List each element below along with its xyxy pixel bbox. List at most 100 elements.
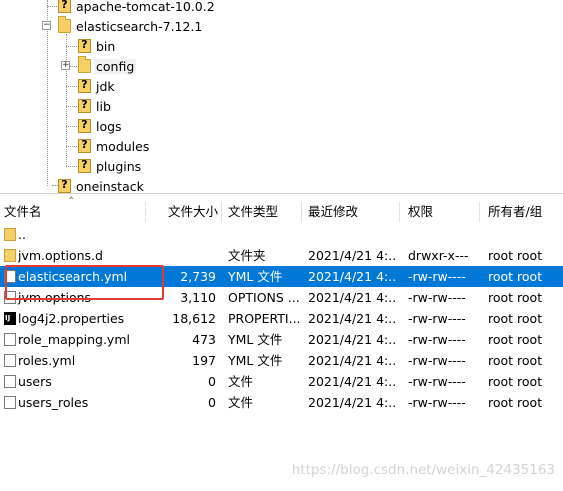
tree-item-elasticsearch[interactable]: elasticsearch-7.12.1 (58, 16, 202, 36)
folder-icon (4, 249, 16, 262)
unknown-folder-icon (58, 0, 71, 13)
expand-config-toggle[interactable]: + (61, 61, 70, 70)
tree-item-bin[interactable]: bin (78, 36, 115, 56)
tree-item-jdk[interactable]: jdk (78, 76, 115, 96)
file-owner: root root (488, 332, 543, 347)
file-size: 473 (192, 332, 216, 347)
file-size: 0 (208, 374, 216, 389)
tree-guide-line (70, 66, 77, 67)
tree-item-label: jdk (96, 78, 115, 94)
file-modified: 2021/4/21 4:... (308, 311, 396, 326)
unknown-folder-icon (78, 158, 91, 173)
file-owner: root root (488, 290, 543, 305)
file-type: 文件夹 (228, 248, 266, 263)
file-size: 0 (208, 395, 216, 410)
file-owner: root root (488, 395, 543, 410)
file-permissions: -rw-rw---- (408, 269, 466, 284)
table-row[interactable]: roles.yml 197 YML 文件 2021/4/21 4:... -rw… (0, 350, 563, 371)
file-name: users_roles (18, 395, 89, 410)
pane-splitter[interactable] (0, 193, 563, 194)
file-permissions: -rw-rw---- (408, 290, 466, 305)
file-modified: 2021/4/21 4:... (308, 332, 396, 347)
tree-item-label: logs (96, 118, 122, 134)
tree-item-modules[interactable]: modules (78, 136, 149, 156)
file-owner: root root (488, 311, 543, 326)
table-row[interactable]: users 0 文件 2021/4/21 4:... -rw-rw---- ro… (0, 371, 563, 392)
unknown-folder-icon (78, 38, 91, 53)
file-owner: root root (488, 353, 543, 368)
table-row[interactable]: jvm.options.d 文件夹 2021/4/21 4:... drwxr-… (0, 245, 563, 266)
file-permissions: -rw-rw---- (408, 311, 466, 326)
file-owner: root root (488, 248, 543, 263)
tree-item-apache-tomcat[interactable]: apache-tomcat-10.0.2 (58, 0, 215, 16)
file-icon (4, 375, 16, 388)
tree-item-logs[interactable]: logs (78, 116, 122, 136)
column-header-type[interactable]: 文件类型 (222, 202, 302, 222)
file-type: 文件 (228, 374, 254, 389)
file-modified: 2021/4/21 4:... (308, 248, 396, 263)
file-owner: root root (488, 269, 543, 284)
file-modified: 2021/4/21 4:... (308, 353, 396, 368)
tree-item-label: modules (96, 138, 150, 154)
column-header-permissions[interactable]: 权限 (400, 202, 480, 222)
tree-guide-line (66, 146, 77, 147)
tree-item-config[interactable]: config (78, 56, 137, 76)
column-header-modified[interactable]: 最近修改 (302, 202, 400, 222)
file-type: YML 文件 (228, 332, 283, 347)
folder-icon (58, 16, 71, 33)
collapse-elasticsearch-toggle[interactable]: − (42, 21, 51, 30)
tree-item-oneinstack[interactable]: oneinstack (58, 176, 144, 193)
tree-item-plugins[interactable]: plugins (78, 156, 141, 176)
unknown-folder-icon (78, 98, 91, 113)
file-icon (4, 396, 16, 409)
file-name: role_mapping.yml (18, 332, 130, 347)
file-size: 18,612 (172, 311, 216, 326)
directory-tree: − + apache-tomcat-10.0.2 elasticsearch-7… (0, 0, 563, 193)
table-row[interactable]: role_mapping.yml 473 YML 文件 2021/4/21 4:… (0, 329, 563, 350)
file-modified: 2021/4/21 4:... (308, 374, 396, 389)
tree-guide-line (66, 126, 77, 127)
unknown-folder-icon (78, 118, 91, 133)
file-name: roles.yml (18, 353, 76, 368)
table-row[interactable]: .. (0, 224, 563, 245)
file-type: YML 文件 (228, 269, 283, 284)
file-modified: 2021/4/21 4:... (308, 395, 396, 410)
tree-guide-line (66, 46, 77, 47)
column-header-owner[interactable]: 所有者/组 (480, 202, 563, 222)
tree-item-label: bin (96, 38, 116, 54)
tree-item-label: elasticsearch-7.12.1 (76, 18, 203, 34)
file-type: 文件 (228, 395, 254, 410)
intellij-icon: IJ (4, 312, 16, 325)
table-row[interactable]: users_roles 0 文件 2021/4/21 4:... -rw-rw-… (0, 392, 563, 413)
file-permissions: -rw-rw---- (408, 374, 466, 389)
watermark-text: https://blog.csdn.net/weixin_42435163 (291, 462, 555, 478)
annotation-highlight-box (5, 265, 164, 300)
file-size: 197 (192, 353, 216, 368)
tree-guide-line (66, 86, 77, 87)
file-icon (4, 354, 16, 367)
file-type: YML 文件 (228, 353, 283, 368)
file-icon (4, 333, 16, 346)
folder-icon (4, 228, 16, 241)
column-header-size[interactable]: 文件大小 (146, 202, 222, 222)
column-header-name[interactable]: 文件名 (0, 202, 146, 222)
tree-item-label: config (94, 58, 137, 74)
file-permissions: -rw-rw---- (408, 395, 466, 410)
file-owner: root root (488, 374, 543, 389)
tree-item-label: plugins (96, 158, 142, 174)
file-name: .. (18, 227, 26, 242)
file-name: users (18, 374, 52, 389)
file-modified: 2021/4/21 4:... (308, 290, 396, 305)
file-type: PROPERTI... (228, 311, 301, 326)
tree-item-label: lib (96, 98, 111, 114)
file-list-header: 文件名 文件大小 文件类型 最近修改 权限 所有者/组 (0, 202, 563, 222)
file-name: log4j2.properties (18, 311, 125, 326)
folder-icon (78, 56, 91, 73)
tree-guide-line (66, 106, 77, 107)
table-row[interactable]: IJ log4j2.properties 18,612 PROPERTI... … (0, 308, 563, 329)
tree-guide-line (47, 6, 57, 7)
file-name: jvm.options.d (18, 248, 103, 263)
tree-item-label: apache-tomcat-10.0.2 (76, 0, 215, 14)
tree-item-lib[interactable]: lib (78, 96, 111, 116)
tree-item-label: oneinstack (76, 178, 144, 194)
